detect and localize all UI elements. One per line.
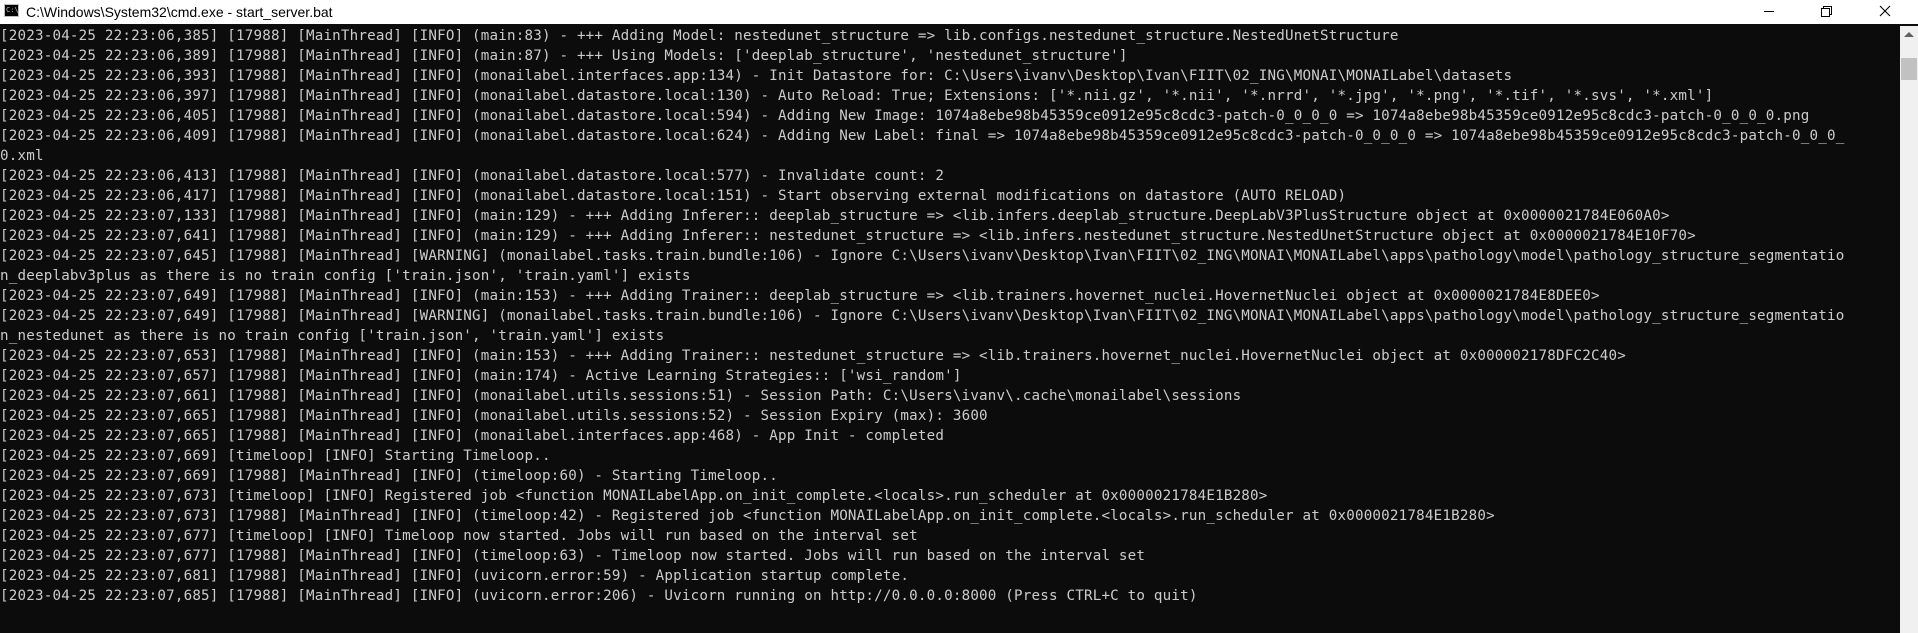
window-title: C:\Windows\System32\cmd.exe - start_serv… bbox=[26, 4, 333, 20]
console-line: [2023-04-25 22:23:07,673] [timeloop] [IN… bbox=[0, 488, 1268, 504]
console-line: [2023-04-25 22:23:06,389] [17988] [MainT… bbox=[0, 48, 1128, 64]
console-line: [2023-04-25 22:23:06,409] [17988] [MainT… bbox=[0, 128, 1845, 144]
console-line: [2023-04-25 22:23:06,417] [17988] [MainT… bbox=[0, 188, 1347, 204]
console-line: [2023-04-25 22:23:07,677] [17988] [MainT… bbox=[0, 548, 1146, 564]
restore-icon bbox=[1821, 6, 1832, 17]
console-line: [2023-04-25 22:23:07,653] [17988] [MainT… bbox=[0, 348, 1626, 364]
console-line: [2023-04-25 22:23:07,673] [17988] [MainT… bbox=[0, 508, 1495, 524]
console-line: [2023-04-25 22:23:06,397] [17988] [MainT… bbox=[0, 88, 1714, 104]
console-line: [2023-04-25 22:23:06,413] [17988] [MainT… bbox=[0, 168, 945, 184]
console-line: [2023-04-25 22:23:07,685] [17988] [MainT… bbox=[0, 588, 1198, 604]
console-line: [2023-04-25 22:23:07,649] [17988] [MainT… bbox=[0, 308, 1845, 324]
console-line: [2023-04-25 22:23:07,641] [17988] [MainT… bbox=[0, 228, 1696, 244]
scroll-up-arrow-icon[interactable] bbox=[1900, 26, 1918, 44]
close-icon bbox=[1879, 5, 1891, 17]
console-line: [2023-04-25 22:23:06,393] [17988] [MainT… bbox=[0, 68, 1513, 84]
close-button[interactable] bbox=[1862, 0, 1908, 24]
cmd-icon[interactable]: C:\ bbox=[4, 4, 19, 17]
console-output[interactable]: [2023-04-25 22:23:06,385] [17988] [MainT… bbox=[0, 26, 1897, 633]
console-line: 0.xml bbox=[0, 148, 44, 164]
console-line: [2023-04-25 22:23:07,657] [17988] [MainT… bbox=[0, 368, 962, 384]
minimize-button[interactable] bbox=[1746, 0, 1792, 24]
console-line: [2023-04-25 22:23:07,665] [17988] [MainT… bbox=[0, 408, 988, 424]
console-line: [2023-04-25 22:23:06,385] [17988] [MainT… bbox=[0, 28, 1399, 44]
minimize-icon bbox=[1764, 11, 1774, 12]
console-line: [2023-04-25 22:23:07,645] [17988] [MainT… bbox=[0, 248, 1845, 264]
title-bar[interactable]: C:\ C:\Windows\System32\cmd.exe - start_… bbox=[0, 0, 1918, 24]
console-line: [2023-04-25 22:23:07,665] [17988] [MainT… bbox=[0, 428, 945, 444]
scroll-thumb[interactable] bbox=[1901, 58, 1917, 80]
restore-button[interactable] bbox=[1804, 0, 1850, 24]
console-line: n_nestedunet as there is no train config… bbox=[0, 328, 665, 344]
console-line: n_deeplabv3plus as there is no train con… bbox=[0, 268, 691, 284]
console-line: [2023-04-25 22:23:07,661] [17988] [MainT… bbox=[0, 388, 1242, 404]
console-line: [2023-04-25 22:23:07,669] [17988] [MainT… bbox=[0, 468, 779, 484]
console-line: [2023-04-25 22:23:07,133] [17988] [MainT… bbox=[0, 208, 1670, 224]
console-line: [2023-04-25 22:23:07,677] [timeloop] [IN… bbox=[0, 528, 918, 544]
console-line: [2023-04-25 22:23:07,669] [timeloop] [IN… bbox=[0, 448, 551, 464]
cmd-icon-label: C:\ bbox=[6, 6, 19, 14]
vertical-scrollbar[interactable] bbox=[1900, 26, 1918, 633]
console-line: [2023-04-25 22:23:07,681] [17988] [MainT… bbox=[0, 568, 910, 584]
console-line: [2023-04-25 22:23:07,649] [17988] [MainT… bbox=[0, 288, 1600, 304]
console-line: [2023-04-25 22:23:06,405] [17988] [MainT… bbox=[0, 108, 1810, 124]
cmd-window: C:\ C:\Windows\System32\cmd.exe - start_… bbox=[0, 0, 1918, 633]
